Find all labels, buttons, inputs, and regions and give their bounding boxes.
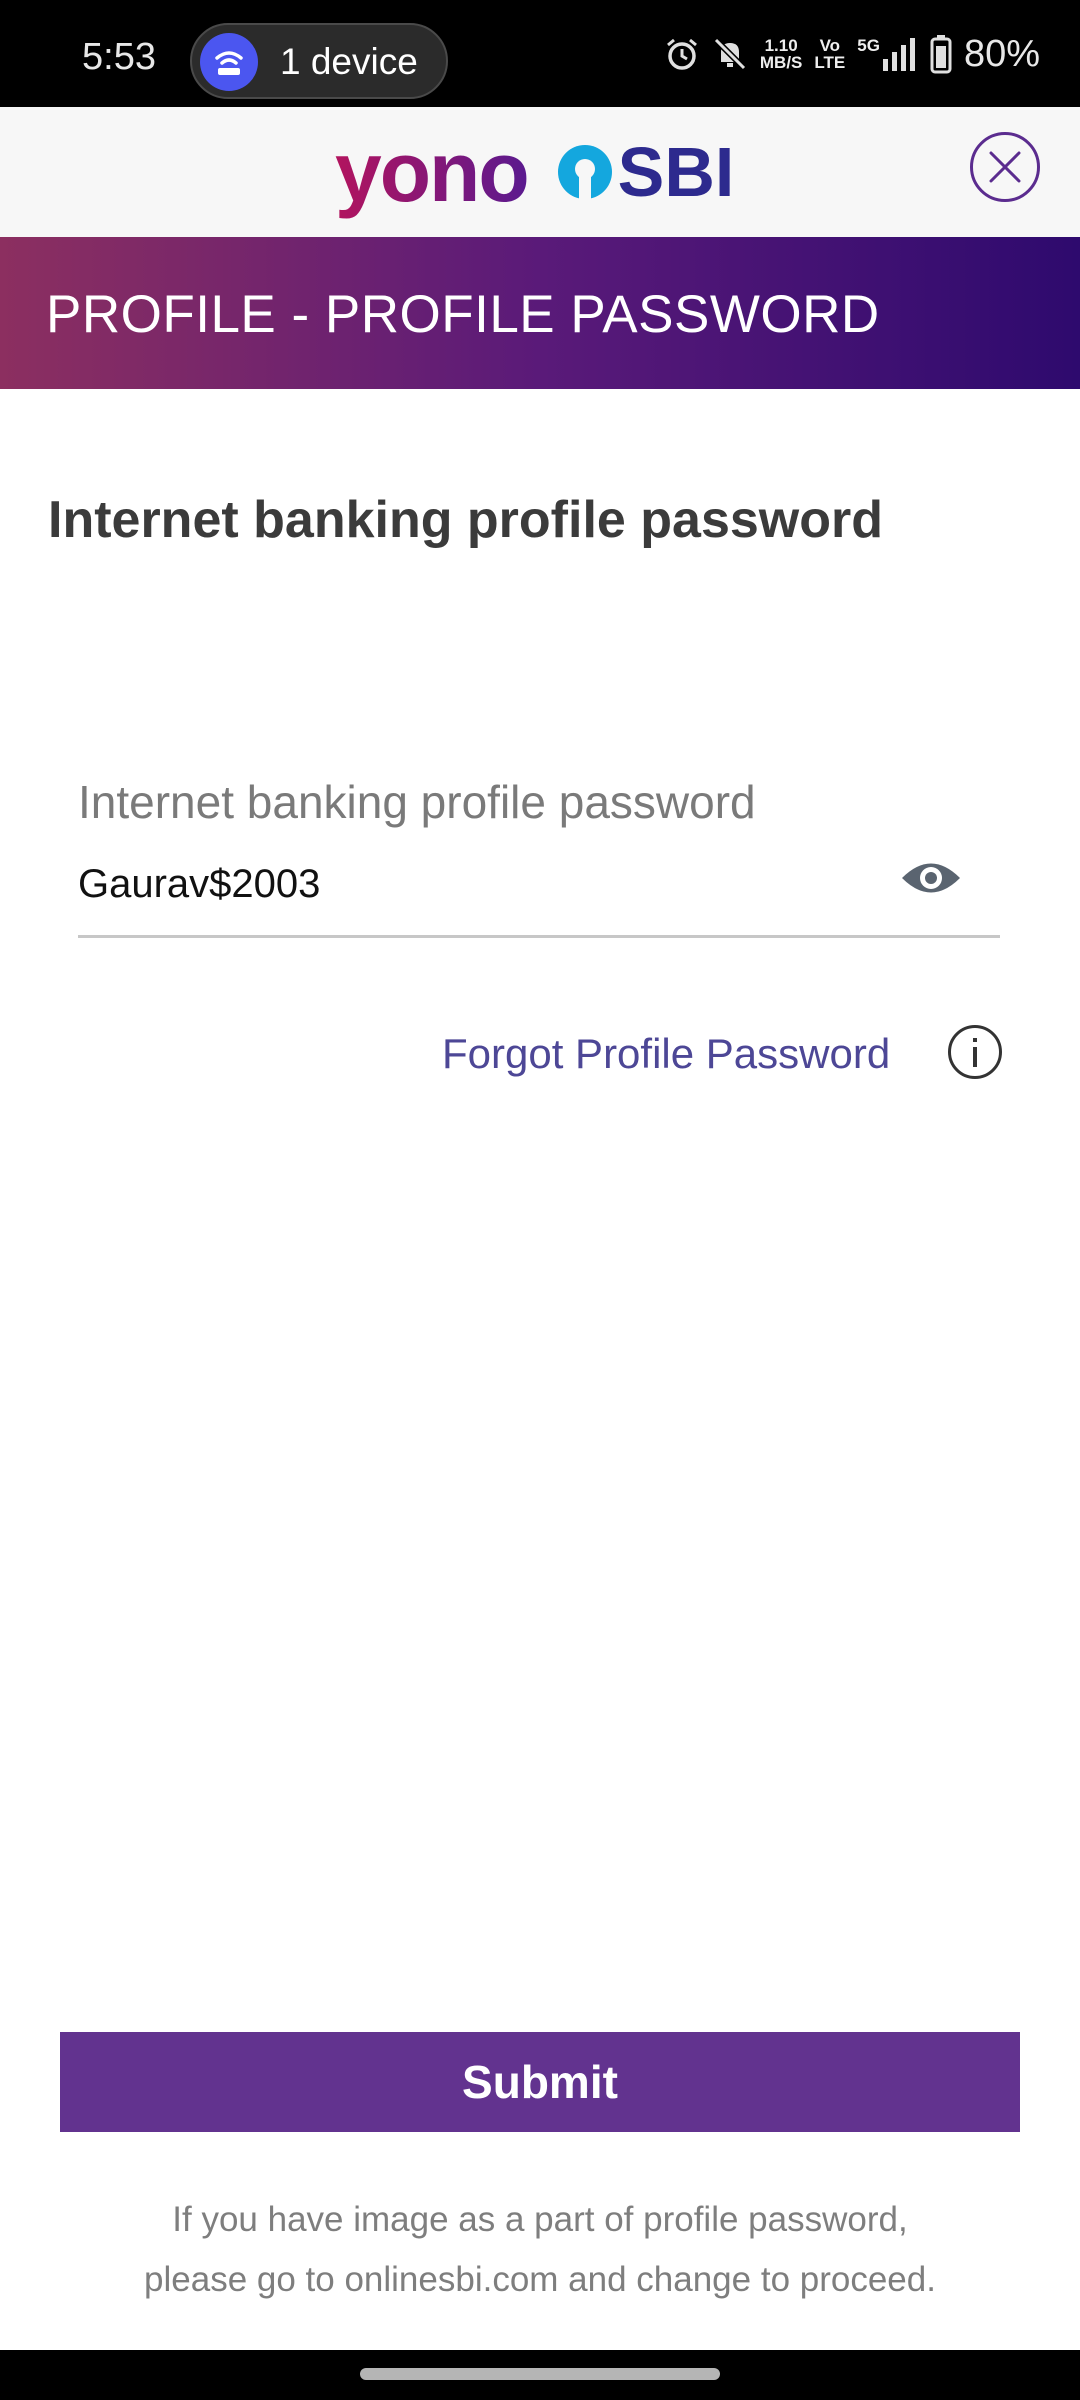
data-speed: 1.10 MB/S xyxy=(759,36,803,72)
info-note-line-1: If you have image as a part of profile p… xyxy=(172,2200,908,2239)
info-icon[interactable] xyxy=(948,1025,1002,1079)
navigation-bar xyxy=(0,2350,1080,2400)
info-note-line-2: please go to onlinesbi.com and change to… xyxy=(144,2260,936,2299)
status-time: 5:53 xyxy=(82,36,156,78)
yono-sbi-logo: yono SBI xyxy=(335,125,735,219)
page-title: PROFILE - PROFILE PASSWORD xyxy=(46,285,880,344)
password-input[interactable] xyxy=(78,862,858,907)
sbi-logo-icon xyxy=(557,145,612,199)
submit-button[interactable]: Submit xyxy=(60,2032,1020,2132)
logo-yono-text: yono xyxy=(335,124,530,219)
bell-muted-icon xyxy=(713,37,747,71)
alarm-icon xyxy=(666,38,697,70)
volte-indicator: Vo LTE xyxy=(814,36,846,72)
signal-icon: 5G xyxy=(857,37,918,71)
hotspot-icon xyxy=(200,33,258,91)
app-header: yono SBI xyxy=(0,107,1080,237)
status-bar: 5:53 1 device 1.10 MB/S Vo LTE 5G 80% xyxy=(0,0,1080,107)
forgot-profile-password-link[interactable]: Forgot Profile Password xyxy=(442,1030,890,1078)
hotspot-chip[interactable]: 1 device xyxy=(190,23,448,99)
password-field-label: Internet banking profile password xyxy=(78,776,756,828)
close-button[interactable] xyxy=(970,132,1040,202)
eye-icon xyxy=(902,863,960,893)
info-note: If you have image as a part of profile p… xyxy=(60,2190,1020,2310)
logo-sbi-text: SBI xyxy=(617,133,735,211)
hotspot-label: 1 device xyxy=(280,41,418,82)
section-heading: Internet banking profile password xyxy=(48,491,883,549)
toggle-password-visibility-button[interactable] xyxy=(900,855,970,905)
home-gesture-handle[interactable] xyxy=(360,2368,720,2380)
battery-icon xyxy=(930,35,952,74)
battery-percent: 80% xyxy=(963,32,1040,75)
password-field-underline xyxy=(78,935,1000,938)
page-title-banner: PROFILE - PROFILE PASSWORD xyxy=(0,237,1080,389)
status-icons: 1.10 MB/S Vo LTE 5G 80% xyxy=(664,30,1040,78)
close-icon xyxy=(989,151,1021,183)
